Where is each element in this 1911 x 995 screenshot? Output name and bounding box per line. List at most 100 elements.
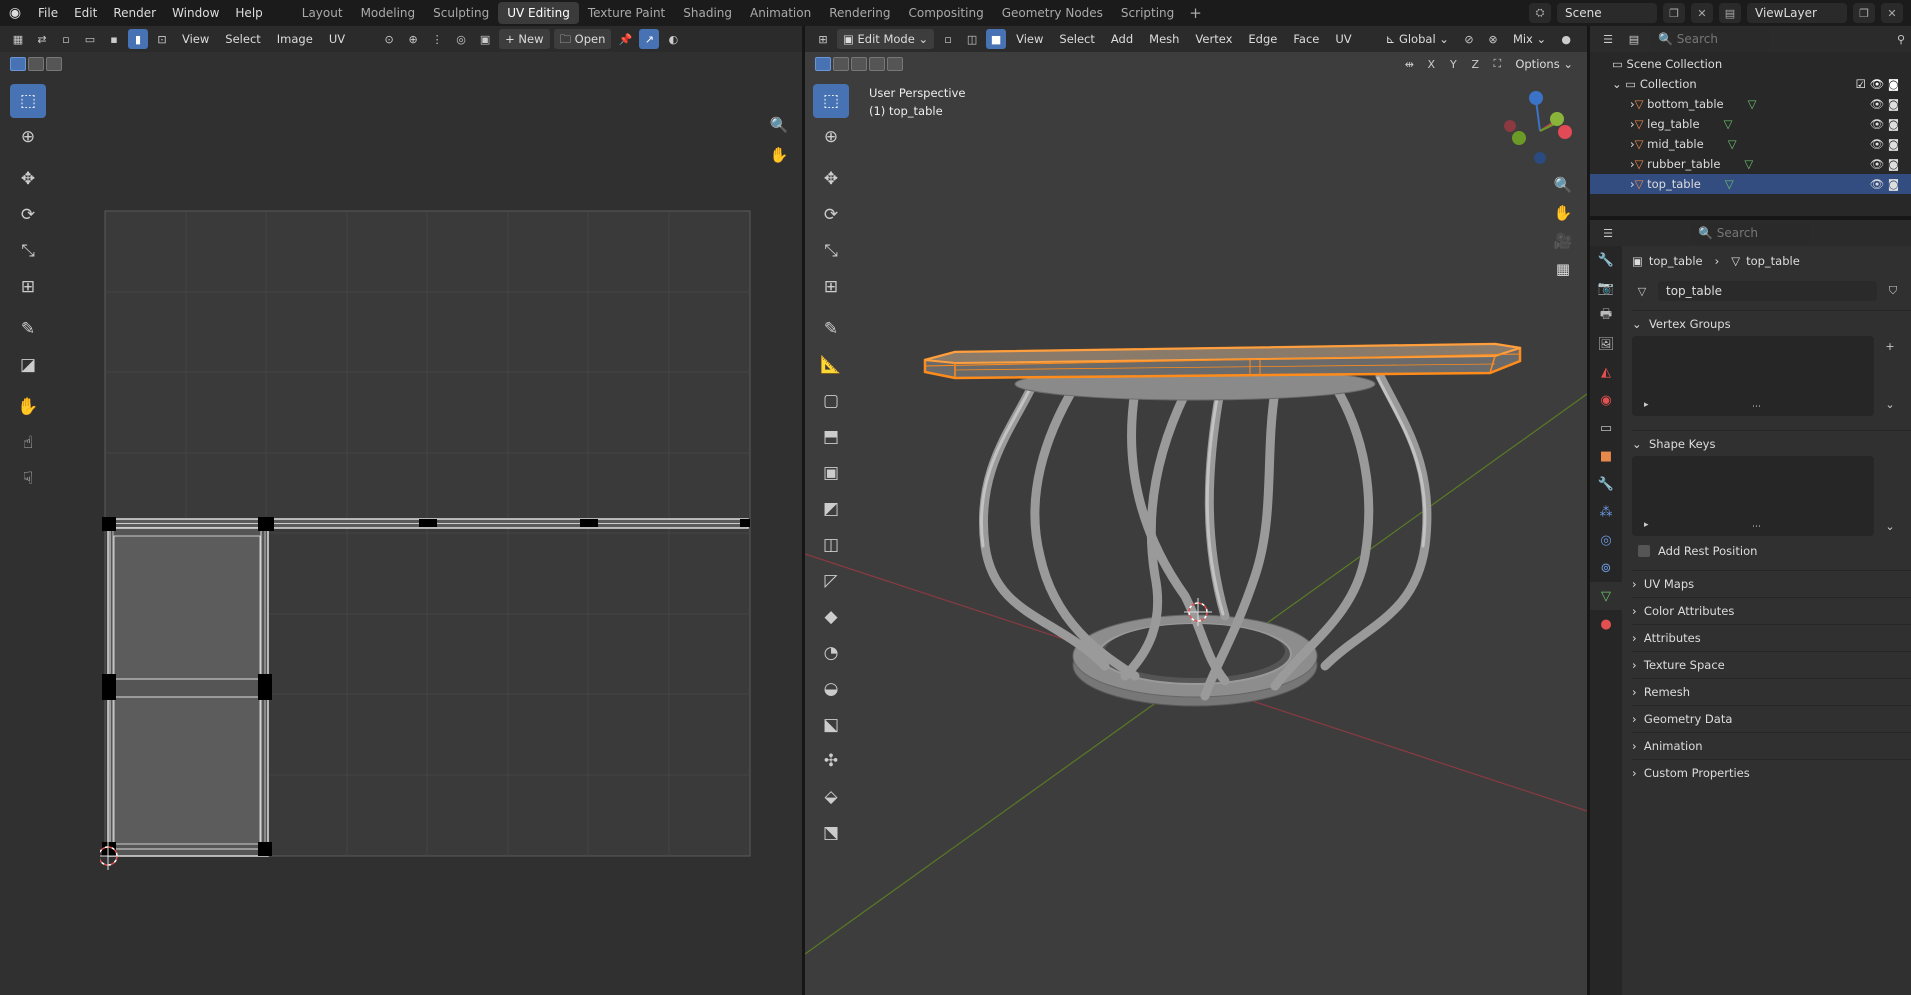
face-mode-icon[interactable]: ■ bbox=[986, 29, 1007, 49]
vp-mode-difference-icon[interactable] bbox=[869, 57, 885, 71]
uv-menu-view[interactable]: View bbox=[176, 29, 215, 49]
vp-menu-mesh[interactable]: Mesh bbox=[1143, 29, 1185, 49]
tool-tab-icon[interactable]: 🔧 bbox=[1590, 246, 1622, 274]
outliner-item-selected[interactable]: › ▽ top_table ▽ 👁 ◙ bbox=[1590, 174, 1911, 194]
vp-zoom-icon[interactable]: 🔍 bbox=[1550, 172, 1576, 198]
section-geometry-data[interactable]: › Geometry Data bbox=[1632, 705, 1911, 731]
outliner-type-icon[interactable]: ☰ bbox=[1598, 29, 1618, 49]
object-tab-icon[interactable]: ■ bbox=[1590, 442, 1622, 470]
mode-extend-icon[interactable] bbox=[28, 57, 44, 71]
vp-move-icon[interactable]: ✥ bbox=[813, 162, 849, 196]
section-texture-space[interactable]: › Texture Space bbox=[1632, 651, 1911, 677]
tab-sculpting[interactable]: Sculpting bbox=[424, 2, 498, 24]
shape-keys-list[interactable]: ▸ ⋯ bbox=[1632, 456, 1874, 536]
proportional-toggle-icon[interactable]: ● bbox=[1556, 29, 1576, 49]
new-scene-icon[interactable]: ❐ bbox=[1663, 3, 1685, 23]
image-browse-icon[interactable]: ▣ bbox=[475, 29, 495, 49]
section-remesh[interactable]: › Remesh bbox=[1632, 678, 1911, 704]
vp-mode-extend-icon[interactable] bbox=[833, 57, 849, 71]
vp-edge-slide-icon[interactable]: ⬕ bbox=[813, 708, 849, 742]
tab-rendering[interactable]: Rendering bbox=[820, 2, 899, 24]
auto-merge-icon[interactable]: ⛶ bbox=[1487, 54, 1507, 74]
menu-file[interactable]: File bbox=[30, 0, 66, 26]
cursor-tool-icon[interactable]: ⊕ bbox=[10, 120, 46, 154]
tab-scripting[interactable]: Scripting bbox=[1112, 2, 1183, 24]
transform-tool-icon[interactable]: ⊞ bbox=[10, 270, 46, 304]
tab-shading[interactable]: Shading bbox=[674, 2, 741, 24]
vp-poly-build-icon[interactable]: ◆ bbox=[813, 600, 849, 634]
section-uv-maps[interactable]: › UV Maps bbox=[1632, 570, 1911, 596]
sticky-select-icon[interactable]: ⊡ bbox=[152, 29, 172, 49]
delete-viewlayer-icon[interactable]: ✕ bbox=[1881, 3, 1903, 23]
vp-shear-icon[interactable]: ⬙ bbox=[813, 780, 849, 814]
select-box-tool-icon[interactable]: ⬚ bbox=[10, 84, 46, 118]
mirror-z[interactable]: Z bbox=[1465, 54, 1485, 74]
relax-tool-icon[interactable]: ☝ bbox=[10, 426, 46, 460]
vertex-groups-list[interactable]: ▸ ⋯ bbox=[1632, 336, 1874, 416]
tab-animation[interactable]: Animation bbox=[741, 2, 820, 24]
item-visibility-icons[interactable]: 👁 ◙ bbox=[1870, 137, 1899, 151]
menu-edit[interactable]: Edit bbox=[66, 0, 105, 26]
outliner-search[interactable]: 🔍 Search bbox=[1650, 29, 1770, 49]
item-visibility-icons[interactable]: 👁 ◙ bbox=[1870, 157, 1899, 171]
delete-scene-icon[interactable]: ✕ bbox=[1691, 3, 1713, 23]
mode-set-icon[interactable] bbox=[10, 57, 26, 71]
add-vertex-group-icon[interactable]: + bbox=[1880, 336, 1900, 356]
menu-window[interactable]: Window bbox=[164, 0, 227, 26]
tab-modeling[interactable]: Modeling bbox=[352, 2, 425, 24]
vp-smooth-icon[interactable]: ◒ bbox=[813, 672, 849, 706]
new-viewlayer-icon[interactable]: ❐ bbox=[1853, 3, 1875, 23]
tab-layout[interactable]: Layout bbox=[293, 2, 352, 24]
outliner-item[interactable]: › ▽ mid_table ▽ 👁 ◙ bbox=[1590, 134, 1911, 154]
mode-subtract-icon[interactable] bbox=[46, 57, 62, 71]
vertex-select-icon[interactable]: ▫ bbox=[56, 29, 76, 49]
grab-tool-icon[interactable]: ✋ bbox=[10, 390, 46, 424]
scale-tool-icon[interactable]: ⤡ bbox=[10, 234, 46, 268]
tab-geometry-nodes[interactable]: Geometry Nodes bbox=[993, 2, 1112, 24]
vp-spin-icon[interactable]: ◔ bbox=[813, 636, 849, 670]
vp-menu-face[interactable]: Face bbox=[1287, 29, 1325, 49]
section-shape-keys[interactable]: ⌄ Shape Keys bbox=[1632, 430, 1911, 456]
outliner-scene-collection[interactable]: ▭ Scene Collection bbox=[1590, 54, 1911, 74]
output-tab-icon[interactable]: 🖶 bbox=[1590, 302, 1622, 330]
menu-render[interactable]: Render bbox=[105, 0, 164, 26]
properties-type-icon[interactable]: ☰ bbox=[1598, 223, 1618, 243]
open-image-button[interactable]: 🗀 Open bbox=[553, 29, 612, 49]
vp-knife-icon[interactable]: ◸ bbox=[813, 564, 849, 598]
item-visibility-icons[interactable]: 👁 ◙ bbox=[1870, 97, 1899, 111]
particles-tab-icon[interactable]: ⁂ bbox=[1590, 498, 1622, 526]
tab-compositing[interactable]: Compositing bbox=[899, 2, 992, 24]
vp-rip-icon[interactable]: ⬔ bbox=[813, 816, 849, 850]
rip-tool-icon[interactable]: ◪ bbox=[10, 348, 46, 382]
vp-mode-set-icon[interactable] bbox=[815, 57, 831, 71]
pin-icon[interactable]: 📌 bbox=[615, 29, 635, 49]
outliner-item[interactable]: › ▽ leg_table ▽ 👁 ◙ bbox=[1590, 114, 1911, 134]
sync-selection-icon[interactable]: ⇄ bbox=[32, 29, 52, 49]
filter-icon[interactable]: ⚲ bbox=[1891, 29, 1911, 49]
vp-bevel-icon[interactable]: ◩ bbox=[813, 492, 849, 526]
top-table-mesh[interactable] bbox=[923, 342, 1522, 380]
face-select-icon[interactable]: ▪ bbox=[104, 29, 124, 49]
modifier-tab-icon[interactable]: 🔧 bbox=[1590, 470, 1622, 498]
mode-dropdown[interactable]: ▣ Edit Mode ⌄ bbox=[837, 29, 935, 49]
vp-loop-cut-icon[interactable]: ◫ bbox=[813, 528, 849, 562]
section-custom-properties[interactable]: › Custom Properties bbox=[1632, 759, 1911, 785]
viewport-editor-type-icon[interactable]: ⊞ bbox=[813, 29, 833, 49]
scene-type-icon[interactable]: ⛭ bbox=[1529, 3, 1551, 23]
mesh-name-field[interactable]: top_table bbox=[1658, 281, 1877, 301]
mesh-data-tab-icon[interactable]: ▽ bbox=[1590, 582, 1622, 610]
section-attributes[interactable]: › Attributes bbox=[1632, 624, 1911, 650]
vp-transform-icon[interactable]: ⊞ bbox=[813, 270, 849, 304]
snap-target-icon[interactable]: ⋮ bbox=[427, 29, 447, 49]
pivot-point-icon[interactable]: ⊘ bbox=[1459, 29, 1479, 49]
section-color-attributes[interactable]: › Color Attributes bbox=[1632, 597, 1911, 623]
vp-shrink-icon[interactable]: ✣ bbox=[813, 744, 849, 778]
vertex-mode-icon[interactable]: ▫ bbox=[938, 29, 958, 49]
island-select-icon[interactable]: ▮ bbox=[128, 29, 148, 49]
vp-extrude-icon[interactable]: ⬒ bbox=[813, 420, 849, 454]
gizmo-icon[interactable]: ↗ bbox=[639, 29, 660, 49]
vp-camera-icon[interactable]: 🎥 bbox=[1550, 228, 1576, 254]
pivot-icon[interactable]: ⊙ bbox=[379, 29, 399, 49]
tab-uv-editing[interactable]: UV Editing bbox=[498, 2, 579, 24]
snapping-icon[interactable]: ⊗ bbox=[1483, 29, 1503, 49]
